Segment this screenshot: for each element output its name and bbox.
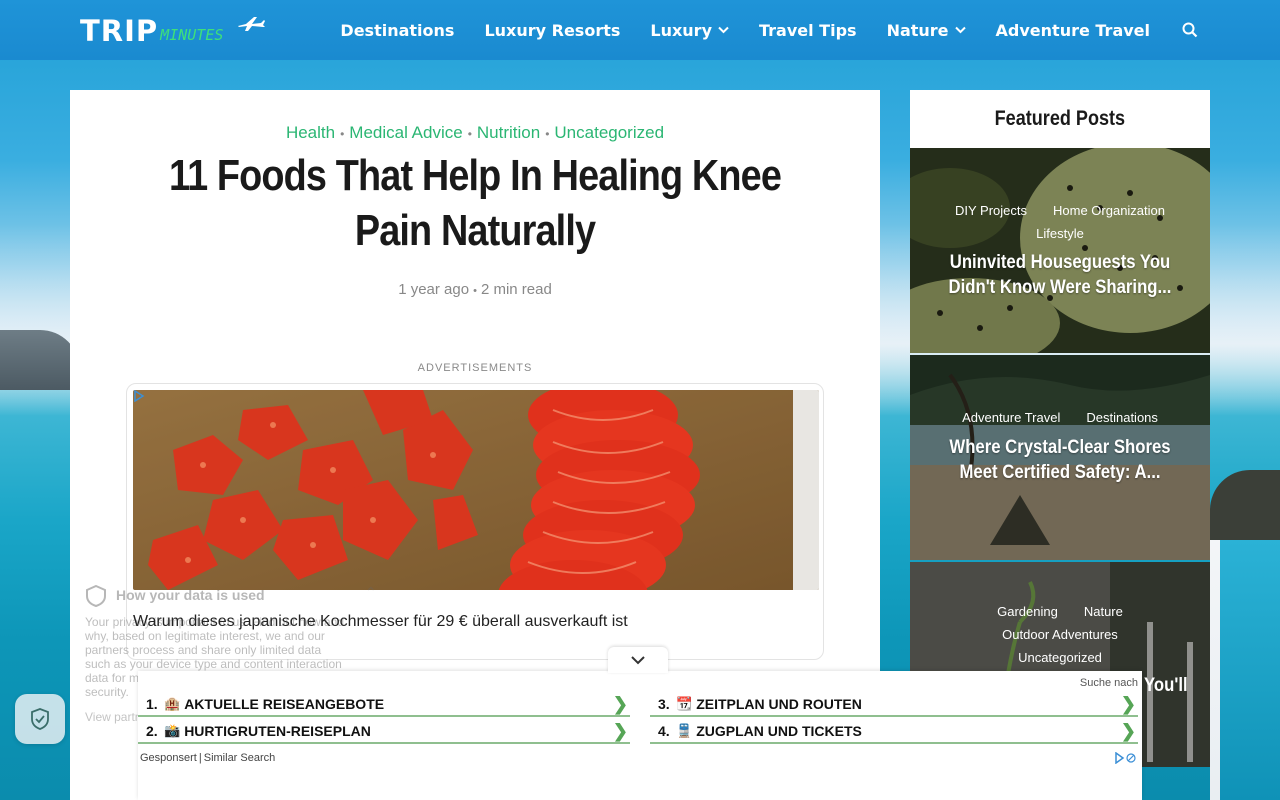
ad-image-tomatoes[interactable] <box>133 390 819 590</box>
search-icon <box>1182 22 1198 38</box>
category-link[interactable]: Health <box>286 123 335 142</box>
article-read-time: 2 min read <box>480 281 552 298</box>
nav-item-luxury-resorts[interactable]: Luxury Resorts <box>484 21 620 40</box>
separator-dot: • <box>340 127 345 141</box>
site-header: TRIP MINUTES Destinations Luxury Resorts… <box>0 0 1280 60</box>
nav-label: Destinations <box>340 20 455 40</box>
main-nav: Destinations Luxury Resorts Luxury Trave… <box>310 0 1198 60</box>
search-ad-item[interactable]: 3. 📆 ZEITPLAN UND ROUTEN ❯ <box>650 693 1138 717</box>
item-label: ZEITPLAN UND ROUTEN <box>696 696 862 712</box>
post-category[interactable]: Uncategorized <box>1018 650 1102 665</box>
nav-item-adventure-travel[interactable]: Adventure Travel <box>996 21 1150 40</box>
background-hill <box>0 330 80 390</box>
privacy-title: How your data is used <box>116 587 265 603</box>
search-ad-item[interactable]: 2. 📸 HURTIGRUTEN-REISEPLAN ❯ <box>138 720 630 744</box>
nav-item-luxury[interactable]: Luxury <box>650 21 729 40</box>
train-icon: 🚆 <box>676 723 693 738</box>
post-categories: Adventure Travel Destinations <box>920 406 1200 429</box>
collapse-ad-button[interactable] <box>608 647 668 673</box>
search-ad-item[interactable]: 1. 🏨 AKTUELLE REISEANGEBOTE ❯ <box>138 693 630 717</box>
tomato-illustration <box>133 390 819 590</box>
search-button[interactable] <box>1182 22 1198 38</box>
nav-label: Travel Tips <box>759 20 857 40</box>
post-category[interactable]: Home Organization <box>1053 203 1165 218</box>
adchoices-icon[interactable] <box>133 390 145 402</box>
post-category[interactable]: DIY Projects <box>955 203 1027 218</box>
post-category[interactable]: Adventure Travel <box>962 410 1060 425</box>
similar-search-link[interactable]: Similar Search <box>204 752 276 764</box>
background-pool-water <box>1220 540 1280 800</box>
post-categories: Gardening Nature Outdoor Adventures Uncateg… <box>920 600 1200 669</box>
category-link[interactable]: Nutrition <box>477 123 540 142</box>
shield-icon <box>86 585 106 607</box>
nav-label: Luxury <box>650 20 712 40</box>
post-category[interactable]: Nature <box>1084 604 1123 619</box>
item-label: HURTIGRUTEN-REISEPLAN <box>184 723 371 739</box>
nav-label: Luxury Resorts <box>484 20 621 40</box>
article-categories: Health • Medical Advice • Nutrition • Uncatego… <box>70 123 880 143</box>
article-title: 11 Foods That Help In Healing Knee Pain … <box>168 151 782 255</box>
item-number: 3. <box>658 696 670 712</box>
search-ad-bar: Suche nach 1. 🏨 AKTUELLE REISEANGEBOTE ❯… <box>138 647 1142 800</box>
post-title[interactable]: Where Crystal-Clear Shores Meet Certifie… <box>937 435 1183 485</box>
chevron-right-icon: ❯ <box>1120 721 1136 741</box>
category-link[interactable]: Medical Advice <box>349 123 462 142</box>
privacy-settings-button[interactable] <box>15 694 65 744</box>
sponsored-label: Gesponsert <box>140 752 197 764</box>
nav-label: Adventure Travel <box>995 20 1150 40</box>
calendar-icon: 📆 <box>676 696 693 711</box>
chevron-down-icon <box>718 26 729 34</box>
nav-item-travel-tips[interactable]: Travel Tips <box>759 21 857 40</box>
featured-post[interactable]: Adventure Travel Destinations Where Cryst… <box>910 355 1210 560</box>
nav-item-destinations[interactable]: Destinations <box>340 21 454 40</box>
background-rock <box>1210 470 1280 540</box>
post-category[interactable]: Outdoor Adventures <box>1002 627 1118 642</box>
item-number: 4. <box>658 723 670 739</box>
item-label: AKTUELLE REISEANGEBOTE <box>184 696 385 712</box>
site-logo[interactable]: TRIP MINUTES <box>80 12 265 48</box>
sidebar-title: Featured Posts <box>994 107 1126 130</box>
ad-label: ADVERTISEMENTS <box>417 362 533 374</box>
category-link[interactable]: Uncategorized <box>554 123 664 142</box>
separator-dot: • <box>545 127 550 141</box>
post-title[interactable]: Uninvited Houseguests You Didn't Know We… <box>937 250 1183 300</box>
sidebar-header: Featured Posts <box>910 90 1210 148</box>
airplane-icon <box>238 17 265 31</box>
item-number: 2. <box>146 723 158 739</box>
article-meta: 1 year ago • 2 min read <box>70 281 880 298</box>
chevron-down-icon <box>954 26 966 34</box>
separator-dot: • <box>473 285 477 297</box>
separator-dot: • <box>467 127 472 141</box>
logo-text: TRIP <box>80 14 159 48</box>
camera-icon: 📸 <box>164 723 181 738</box>
chevron-down-icon <box>631 656 645 665</box>
chevron-up-icon[interactable]: ⌃ <box>365 585 377 601</box>
post-title-partial[interactable]: You'll <box>1144 675 1188 697</box>
post-category[interactable]: Lifestyle <box>1036 226 1084 241</box>
shield-check-icon <box>31 708 49 730</box>
logo-subtext: MINUTES <box>160 26 224 44</box>
chevron-right-icon: ❯ <box>612 694 628 714</box>
post-category[interactable]: Gardening <box>997 604 1058 619</box>
search-ad-footer: Gesponsert | Similar Search <box>140 752 275 764</box>
item-number: 1. <box>146 696 158 712</box>
featured-post[interactable]: DIY Projects Home Organization Lifestyle U… <box>910 148 1210 353</box>
search-ad-label: Suche nach <box>1079 677 1138 689</box>
separator: | <box>198 752 202 764</box>
chevron-right-icon: ❯ <box>612 721 628 741</box>
post-categories: DIY Projects Home Organization Lifestyle <box>920 199 1200 245</box>
chevron-right-icon: ❯ <box>1120 694 1136 714</box>
post-category[interactable]: Destinations <box>1086 410 1158 425</box>
adchoices-icon[interactable] <box>1114 752 1138 764</box>
nav-label: Nature <box>886 20 949 40</box>
hotel-icon: 🏨 <box>164 696 181 711</box>
nav-item-nature[interactable]: Nature <box>887 21 966 40</box>
article-age: 1 year ago <box>398 281 470 298</box>
item-label: ZUGPLAN UND TICKETS <box>696 723 862 739</box>
search-ad-item[interactable]: 4. 🚆 ZUGPLAN UND TICKETS ❯ <box>650 720 1138 744</box>
